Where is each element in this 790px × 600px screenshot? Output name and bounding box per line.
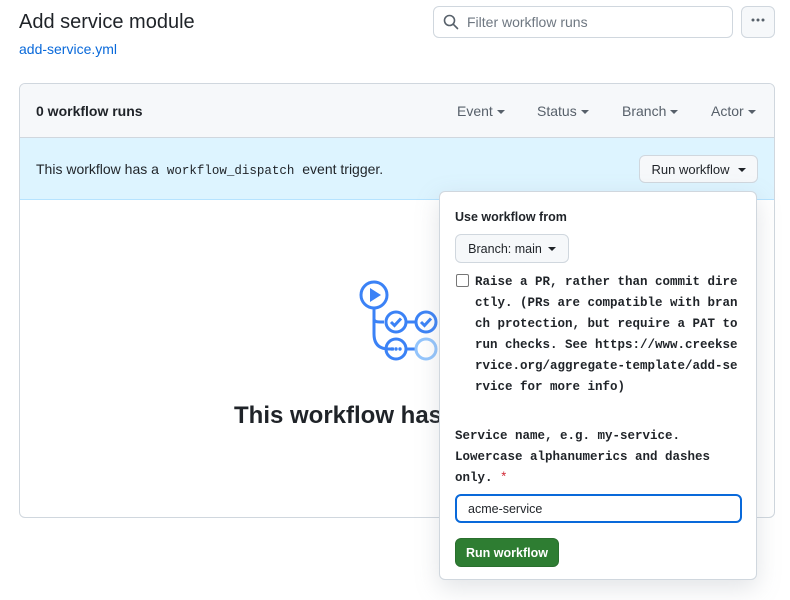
branch-select-button[interactable]: Branch: main	[455, 234, 569, 263]
run-workflow-popover: Use workflow from Branch: main Raise a P…	[439, 191, 757, 580]
workflow-file-link[interactable]: add-service.yml	[19, 41, 117, 57]
page-title: Add service module	[19, 11, 195, 33]
run-workflow-submit-button[interactable]: Run workflow	[455, 538, 559, 567]
run-workflow-label: Run workflow	[651, 161, 730, 177]
run-workflow-dropdown-button[interactable]: Run workflow	[639, 155, 758, 183]
status-filter-label: Status	[537, 103, 577, 119]
caret-down-icon	[747, 109, 756, 114]
event-filter[interactable]: Event	[457, 103, 505, 119]
caret-down-icon	[547, 247, 556, 251]
use-workflow-from-label: Use workflow from	[455, 210, 567, 224]
event-filter-label: Event	[457, 103, 493, 119]
required-marker: *	[500, 471, 508, 485]
caret-down-icon	[496, 109, 505, 114]
kebab-horizontal-icon	[750, 12, 766, 33]
status-filter[interactable]: Status	[537, 103, 589, 119]
runs-header: 0 workflow runs Event Status Branch Acto…	[20, 84, 774, 138]
filter-search-box[interactable]	[433, 6, 733, 38]
service-name-input[interactable]	[455, 494, 742, 523]
branch-select-label: Branch: main	[468, 241, 542, 256]
dispatch-message: This workflow has a workflow_dispatch ev…	[36, 161, 383, 178]
search-icon	[443, 14, 459, 30]
empty-state-title: This workflow has n	[234, 402, 464, 429]
service-name-label: Service name, e.g. my-service. Lowercase…	[455, 426, 745, 489]
more-options-button[interactable]	[741, 6, 775, 38]
service-name-label-text: Service name, e.g. my-service. Lowercase…	[455, 429, 711, 485]
caret-down-icon	[670, 109, 679, 114]
dispatch-code: workflow_dispatch	[166, 164, 295, 178]
raise-pr-label: Raise a PR, rather than commit directly.…	[475, 275, 738, 394]
filter-runs-input[interactable]	[467, 14, 717, 30]
caret-down-icon	[737, 167, 746, 172]
dispatch-text-before: This workflow has a	[36, 161, 159, 177]
branch-filter-label: Branch	[622, 103, 667, 119]
actor-filter-label: Actor	[711, 103, 744, 119]
raise-pr-checkbox[interactable]	[456, 274, 469, 287]
actor-filter[interactable]: Actor	[711, 103, 756, 119]
branch-filter[interactable]: Branch	[622, 103, 679, 119]
dispatch-text-after: event trigger.	[302, 161, 384, 177]
caret-down-icon	[580, 109, 589, 114]
workflow-graph-icon	[354, 279, 444, 374]
runs-count: 0 workflow runs	[36, 103, 143, 119]
